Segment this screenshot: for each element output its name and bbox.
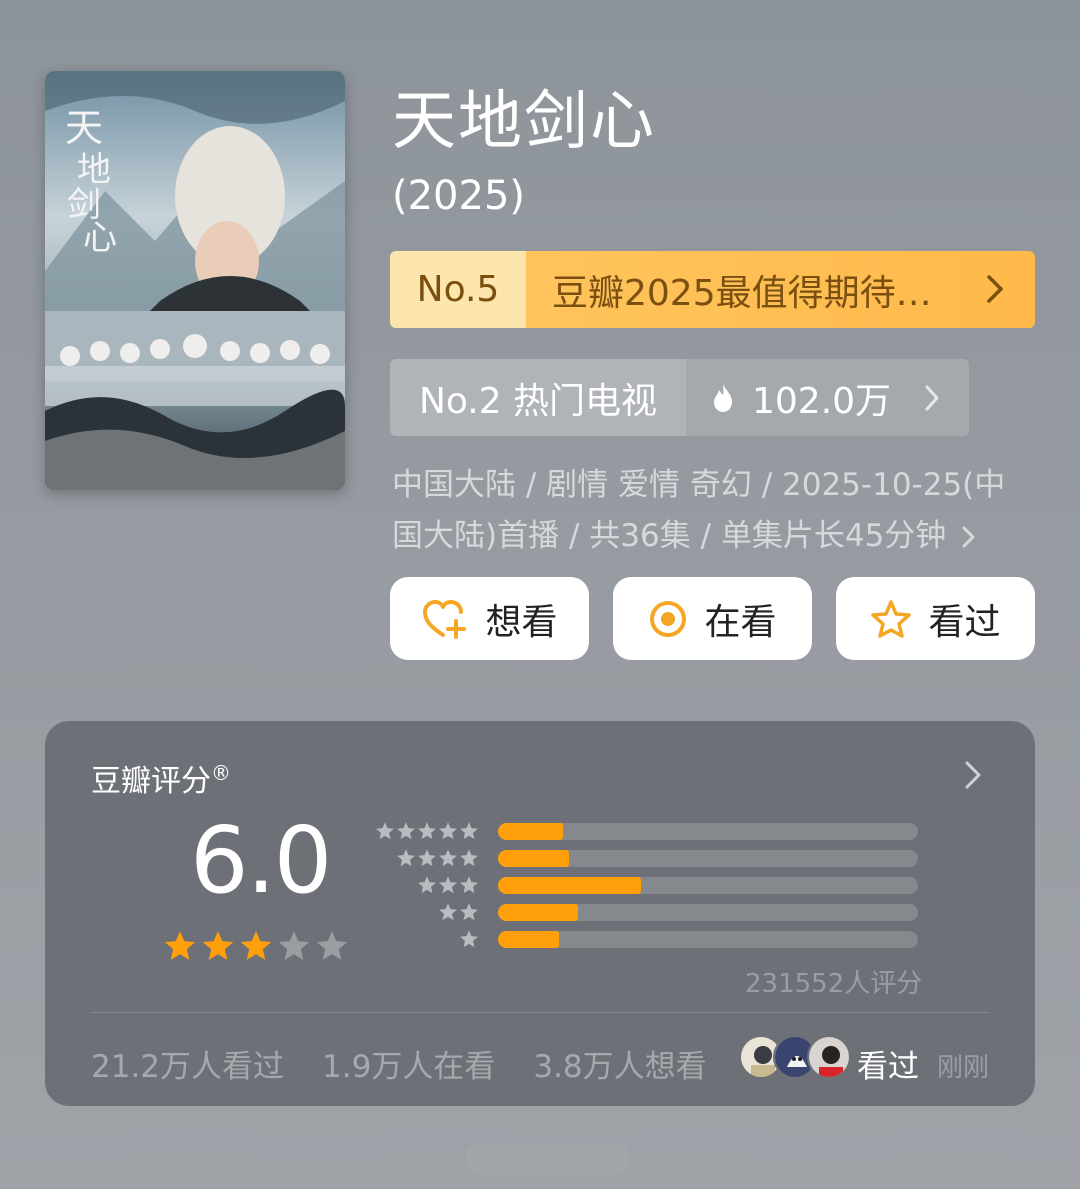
meta-line-2: 国大陆)首播 / 共36集 / 单集片长45分钟 — [392, 518, 947, 554]
heart-plus-icon — [423, 599, 467, 639]
small-star-icon — [418, 876, 436, 894]
small-star-icon — [460, 930, 478, 948]
hot-tv-banner[interactable]: No.2 热门电视 102.0万 — [390, 359, 969, 436]
rating-dist-stars — [438, 902, 479, 922]
small-star-icon — [418, 849, 436, 867]
watching-dot-icon — [650, 600, 687, 637]
chevron-right-icon — [925, 385, 939, 411]
small-star-icon — [376, 822, 394, 840]
friend-action-time: 刚刚 — [937, 1053, 990, 1083]
rating-bar-fill — [498, 877, 641, 894]
poster-title-art: 天 — [65, 106, 103, 150]
small-star-icon — [439, 849, 457, 867]
rank-list-name: 豆瓣2025最值得期待… — [552, 272, 932, 314]
small-star-icon — [397, 822, 415, 840]
watch-stats: 21.2万人看过 1.9万人在看 3.8万人想看 — [91, 1041, 707, 1086]
empty-star-icon — [316, 931, 348, 960]
small-star-icon — [439, 822, 457, 840]
rank-list-name-container: 豆瓣2025最值得期待… — [526, 251, 1035, 328]
rating-bar-track — [498, 850, 918, 867]
want-to-watch-label: 想看 — [485, 601, 558, 643]
svg-text:地: 地 — [77, 150, 111, 190]
flame-icon — [714, 383, 732, 412]
rank-list-banner[interactable]: No.5 豆瓣2025最值得期待… — [390, 251, 1035, 328]
empty-star-icon — [278, 931, 310, 960]
avatar — [807, 1035, 851, 1079]
release-year: (2025) — [392, 173, 526, 219]
friend-avatars[interactable] — [739, 1035, 851, 1079]
home-indicator — [465, 1143, 630, 1175]
small-star-icon — [460, 876, 478, 894]
small-star-icon — [439, 903, 457, 921]
rating-bar-track — [498, 823, 918, 840]
small-star-icon — [460, 903, 478, 921]
chevron-right-icon[interactable] — [963, 759, 983, 791]
rating-bar-fill — [498, 931, 559, 948]
rating-label-container: 豆瓣评分® — [91, 756, 231, 800]
small-star-icon — [439, 876, 457, 894]
rating-bar-track — [498, 904, 918, 921]
rating-bar-fill — [498, 823, 564, 840]
filled-star-icon — [202, 931, 234, 960]
chevron-right-icon — [987, 275, 1003, 303]
watched-count[interactable]: 21.2万人看过 — [91, 1041, 284, 1086]
rating-bar-track — [498, 877, 918, 894]
registered-mark: ® — [211, 761, 231, 785]
rating-bar-fill — [498, 904, 578, 921]
rating-bar-track — [498, 931, 918, 948]
rating-card[interactable]: 豆瓣评分® 6.0 231552人评分 21.2万人看过 1.9万人在看 3.8… — [45, 721, 1035, 1106]
want-to-watch-button[interactable]: 想看 — [390, 577, 589, 660]
rank-number: No.5 — [390, 251, 526, 328]
rating-dist-row-3 — [375, 875, 935, 895]
chevron-right-icon — [962, 526, 975, 547]
rating-dist-stars — [417, 875, 479, 895]
rating-count: 231552人评分 — [745, 969, 923, 999]
rating-dist-stars — [459, 929, 479, 949]
watching-button[interactable]: 在看 — [613, 577, 812, 660]
rating-bar-fill — [498, 850, 570, 867]
hot-count-value: 102.0万 — [752, 380, 892, 422]
meta-line-1: 中国大陆 / 剧情 爱情 奇幻 / 2025-10-25(中 — [392, 467, 1006, 503]
watched-button[interactable]: 看过 — [836, 577, 1035, 660]
page-title: 天地剑心 — [392, 85, 656, 159]
rating-dist-row-1 — [375, 929, 935, 949]
meta-line-2-container: 国大陆)首播 / 共36集 / 单集片长45分钟 — [392, 511, 1032, 562]
watching-label: 在看 — [704, 601, 777, 643]
action-buttons: 想看 在看 看过 — [390, 577, 1035, 660]
small-star-icon — [460, 849, 478, 867]
small-star-icon — [460, 822, 478, 840]
rating-label: 豆瓣评分 — [91, 764, 211, 799]
rating-score: 6.0 — [190, 807, 332, 914]
svg-text:心: 心 — [83, 218, 117, 258]
rating-dist-row-5 — [375, 821, 935, 841]
filled-star-icon — [164, 931, 196, 960]
rating-dist-row-2 — [375, 902, 935, 922]
watched-label: 看过 — [928, 601, 1001, 643]
want-count[interactable]: 3.8万人想看 — [533, 1041, 706, 1086]
watching-count[interactable]: 1.9万人在看 — [322, 1041, 495, 1086]
divider — [91, 1012, 989, 1013]
hot-rank: No.2 热门电视 — [390, 359, 686, 436]
poster-image[interactable]: 天 地 剑 心 — [45, 71, 345, 490]
hot-count-container: 102.0万 — [686, 359, 969, 436]
filled-star-icon — [240, 931, 272, 960]
rating-dist-stars — [375, 821, 479, 841]
friend-action: 看过 — [857, 1049, 919, 1085]
small-star-icon — [397, 849, 415, 867]
small-star-icon — [418, 822, 436, 840]
rating-dist-stars — [396, 848, 479, 868]
rating-dist-row-4 — [375, 848, 935, 868]
star-outline-icon — [871, 599, 912, 638]
show-meta-info[interactable]: 中国大陆 / 剧情 爱情 奇幻 / 2025-10-25(中 国大陆)首播 / … — [392, 460, 1032, 562]
rating-stars — [163, 929, 349, 963]
